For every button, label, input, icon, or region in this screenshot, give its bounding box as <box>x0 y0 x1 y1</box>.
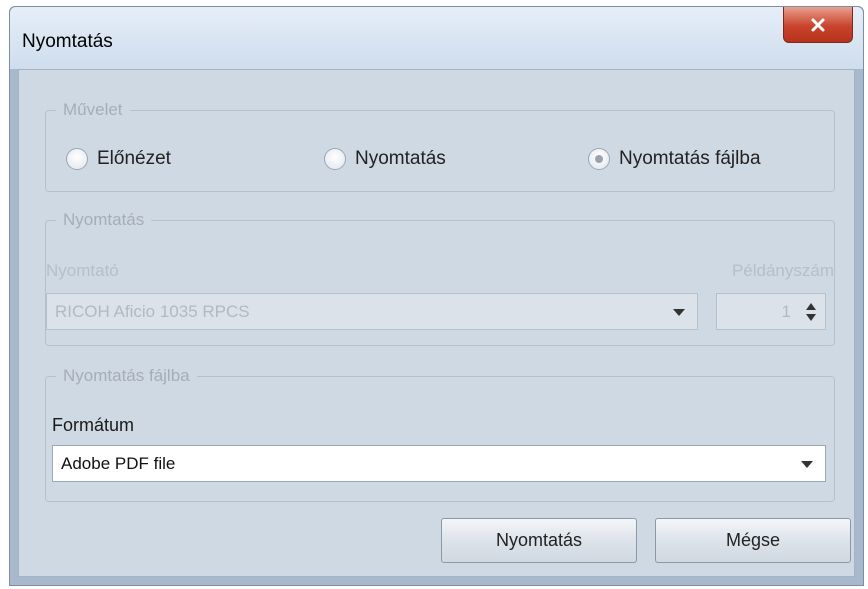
title-bar[interactable]: Nyomtatás <box>10 7 863 69</box>
radio-selected-dot <box>595 155 603 163</box>
chevron-down-icon[interactable] <box>673 309 685 316</box>
radio-print-label: Nyomtatás <box>355 148 446 169</box>
copies-label: Példányszám <box>731 261 834 280</box>
radio-print-to-file-circle[interactable] <box>588 148 610 170</box>
operation-group: Művelet Előnézet Nyomtatás Nyomtatás fáj… <box>45 100 835 192</box>
close-button[interactable] <box>783 7 853 43</box>
radio-print-to-file-label: Nyomtatás fájlba <box>619 148 761 169</box>
print-button[interactable]: Nyomtatás <box>441 518 637 563</box>
print-group: Nyomtatás Nyomtató Példányszám RICOH Afi… <box>45 210 835 346</box>
dialog-client-area: Művelet Előnézet Nyomtatás Nyomtatás fáj… <box>18 69 855 577</box>
spin-up-icon[interactable] <box>806 303 816 310</box>
radio-preview[interactable]: Előnézet <box>66 148 171 170</box>
printer-label: Nyomtató <box>46 261 119 280</box>
chevron-down-icon[interactable] <box>801 461 813 468</box>
spin-down-icon[interactable] <box>806 314 816 321</box>
format-select[interactable]: Adobe PDF file <box>52 445 826 482</box>
printer-select[interactable]: RICOH Aficio 1035 RPCS <box>46 293 698 330</box>
copies-spinner-value: 1 <box>781 302 791 321</box>
operation-group-legend: Művelet <box>56 100 130 120</box>
radio-print-to-file[interactable]: Nyomtatás fájlba <box>588 148 761 170</box>
printer-select-value: RICOH Aficio 1035 RPCS <box>55 302 250 321</box>
cancel-button[interactable]: Mégse <box>655 518 851 563</box>
format-select-value: Adobe PDF file <box>61 454 176 473</box>
radio-print-circle[interactable] <box>324 148 346 170</box>
radio-preview-circle[interactable] <box>66 148 88 170</box>
file-group-legend: Nyomtatás fájlba <box>56 366 197 386</box>
radio-preview-label: Előnézet <box>97 148 171 169</box>
file-group: Nyomtatás fájlba Formátum Adobe PDF file <box>45 366 835 502</box>
format-label: Formátum <box>52 415 135 435</box>
print-dialog-window: Nyomtatás Művelet Előnézet Nyomtatás Nyo… <box>9 6 864 586</box>
window-title: Nyomtatás <box>22 31 113 52</box>
copies-spinner[interactable]: 1 <box>716 293 826 330</box>
close-icon <box>811 18 825 31</box>
print-group-legend: Nyomtatás <box>56 210 152 230</box>
radio-print[interactable]: Nyomtatás <box>324 148 446 170</box>
